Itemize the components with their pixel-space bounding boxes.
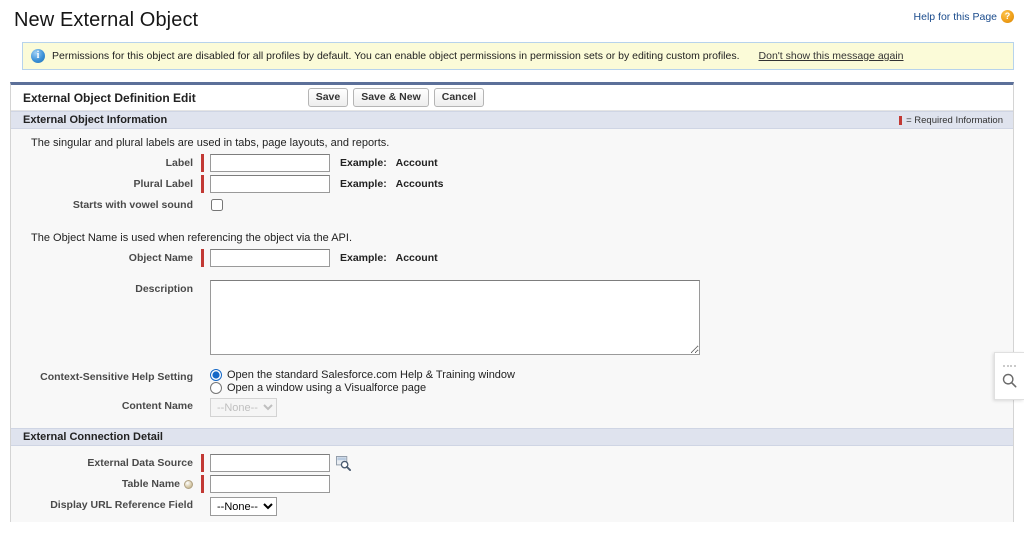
required-marker-icon <box>201 175 204 193</box>
help-setting-radio-visualforce[interactable] <box>210 382 222 394</box>
help-bubble-icon[interactable] <box>184 479 193 489</box>
help-for-this-page[interactable]: Help for this Page ? <box>914 10 1014 23</box>
panel-title: External Object Definition Edit <box>23 90 196 105</box>
save-button[interactable]: Save <box>307 88 349 107</box>
object-name-example: Example: Account <box>340 248 438 264</box>
page-title: New External Object <box>14 9 199 31</box>
labels-hint-text: The singular and plural labels are used … <box>31 137 390 149</box>
section-title: External Object Information <box>23 114 168 126</box>
required-information-legend: = Required Information <box>899 115 1003 126</box>
example-prefix: Example: <box>340 252 387 264</box>
table-name-input[interactable] <box>210 475 330 493</box>
section-header-connection-detail: External Connection Detail <box>11 428 1013 446</box>
help-setting-label-visualforce[interactable]: Open a window using a Visualforce page <box>227 382 426 394</box>
help-setting-radio-group: Open the standard Salesforce.com Help & … <box>210 367 515 394</box>
object-name-field-label: Object Name <box>128 252 193 264</box>
required-marker-icon <box>201 475 204 493</box>
example-prefix: Example: <box>340 178 387 190</box>
field-row-help-setting: Context-Sensitive Help Setting Open the … <box>11 366 1013 395</box>
permissions-info-banner: i Permissions for this object are disabl… <box>22 42 1014 70</box>
description-field-label: Description <box>135 283 193 295</box>
table-name-field-label: Table Name <box>11 474 201 490</box>
field-row-description: Description <box>11 278 1013 356</box>
field-row-plural-label: Plural Label Example: Accounts <box>11 173 1013 194</box>
lookup-magnifier-icon[interactable] <box>336 456 351 471</box>
example-value: Account <box>395 157 438 169</box>
required-legend-text: = Required Information <box>906 114 1003 126</box>
banner-message: Permissions for this object are disabled… <box>52 50 740 62</box>
object-name-input[interactable] <box>210 249 330 267</box>
external-data-source-input[interactable] <box>210 454 330 472</box>
info-icon: i <box>31 49 45 63</box>
label-input[interactable] <box>210 154 330 172</box>
content-name-field-label: Content Name <box>121 400 193 412</box>
field-row-external-data-source: External Data Source <box>11 452 1013 473</box>
vowel-sound-checkbox[interactable] <box>211 199 223 211</box>
help-for-this-page-link[interactable]: Help for this Page <box>914 11 997 23</box>
field-row-display-url-reference: Display URL Reference Field --None-- <box>11 494 1013 517</box>
required-marker-icon <box>899 115 903 125</box>
plural-label-example: Example: Accounts <box>340 174 443 190</box>
dismiss-message-link[interactable]: Don't show this message again <box>759 50 904 62</box>
vowel-sound-field-label: Starts with vowel sound <box>72 199 193 211</box>
content-name-select[interactable]: --None-- <box>210 398 277 417</box>
floating-search-tab[interactable] <box>994 352 1024 400</box>
table-name-label-text: Table Name <box>121 478 180 490</box>
drag-handle-icon[interactable] <box>1003 364 1016 367</box>
required-marker-icon <box>201 154 204 172</box>
field-row-table-name: Table Name <box>11 473 1013 494</box>
cancel-button[interactable]: Cancel <box>433 88 485 107</box>
panel-action-buttons: Save Save & New Cancel <box>307 88 485 107</box>
field-row-content-name: Content Name --None-- <box>11 395 1013 418</box>
help-setting-option-standard[interactable]: Open the standard Salesforce.com Help & … <box>210 369 515 381</box>
display-url-reference-select[interactable]: --None-- <box>210 497 277 516</box>
field-row-vowel-sound: Starts with vowel sound <box>11 194 1013 214</box>
plural-label-field-label: Plural Label <box>133 178 193 190</box>
help-setting-field-label: Context-Sensitive Help Setting <box>40 371 193 383</box>
example-prefix: Example: <box>340 157 387 169</box>
field-row-object-name: Object Name Example: Account <box>11 247 1013 268</box>
object-information-form: The singular and plural labels are used … <box>11 129 1013 428</box>
page-header: New External Object Help for this Page ? <box>0 0 1024 40</box>
example-value: Account <box>395 252 438 264</box>
object-name-hint-text: The Object Name is used when referencing… <box>31 232 353 244</box>
required-marker-icon <box>201 249 204 267</box>
question-mark-icon[interactable]: ? <box>1001 10 1014 23</box>
example-value: Accounts <box>395 178 444 190</box>
section-header-object-information: External Object Information = Required I… <box>11 111 1013 129</box>
display-url-reference-field-label: Display URL Reference Field <box>50 499 193 511</box>
description-textarea[interactable] <box>210 280 700 355</box>
label-example: Example: Account <box>340 153 438 169</box>
plural-label-input[interactable] <box>210 175 330 193</box>
search-magnifier-icon[interactable] <box>1002 373 1017 388</box>
field-row-label: Label Example: Account <box>11 152 1013 173</box>
help-setting-radio-standard[interactable] <box>210 369 222 381</box>
label-field-label: Label <box>165 157 193 169</box>
connection-detail-form: External Data Source Table Name Display … <box>11 446 1013 517</box>
required-marker-icon <box>201 454 204 472</box>
save-and-new-button[interactable]: Save & New <box>353 88 429 107</box>
help-setting-label-standard[interactable]: Open the standard Salesforce.com Help & … <box>227 369 515 381</box>
external-object-definition-panel: External Object Definition Edit Save Sav… <box>10 82 1014 522</box>
help-setting-option-visualforce[interactable]: Open a window using a Visualforce page <box>210 382 515 394</box>
panel-titlebar: External Object Definition Edit Save Sav… <box>11 85 1013 111</box>
section-title: External Connection Detail <box>23 431 163 443</box>
external-data-source-field-label: External Data Source <box>87 457 193 469</box>
